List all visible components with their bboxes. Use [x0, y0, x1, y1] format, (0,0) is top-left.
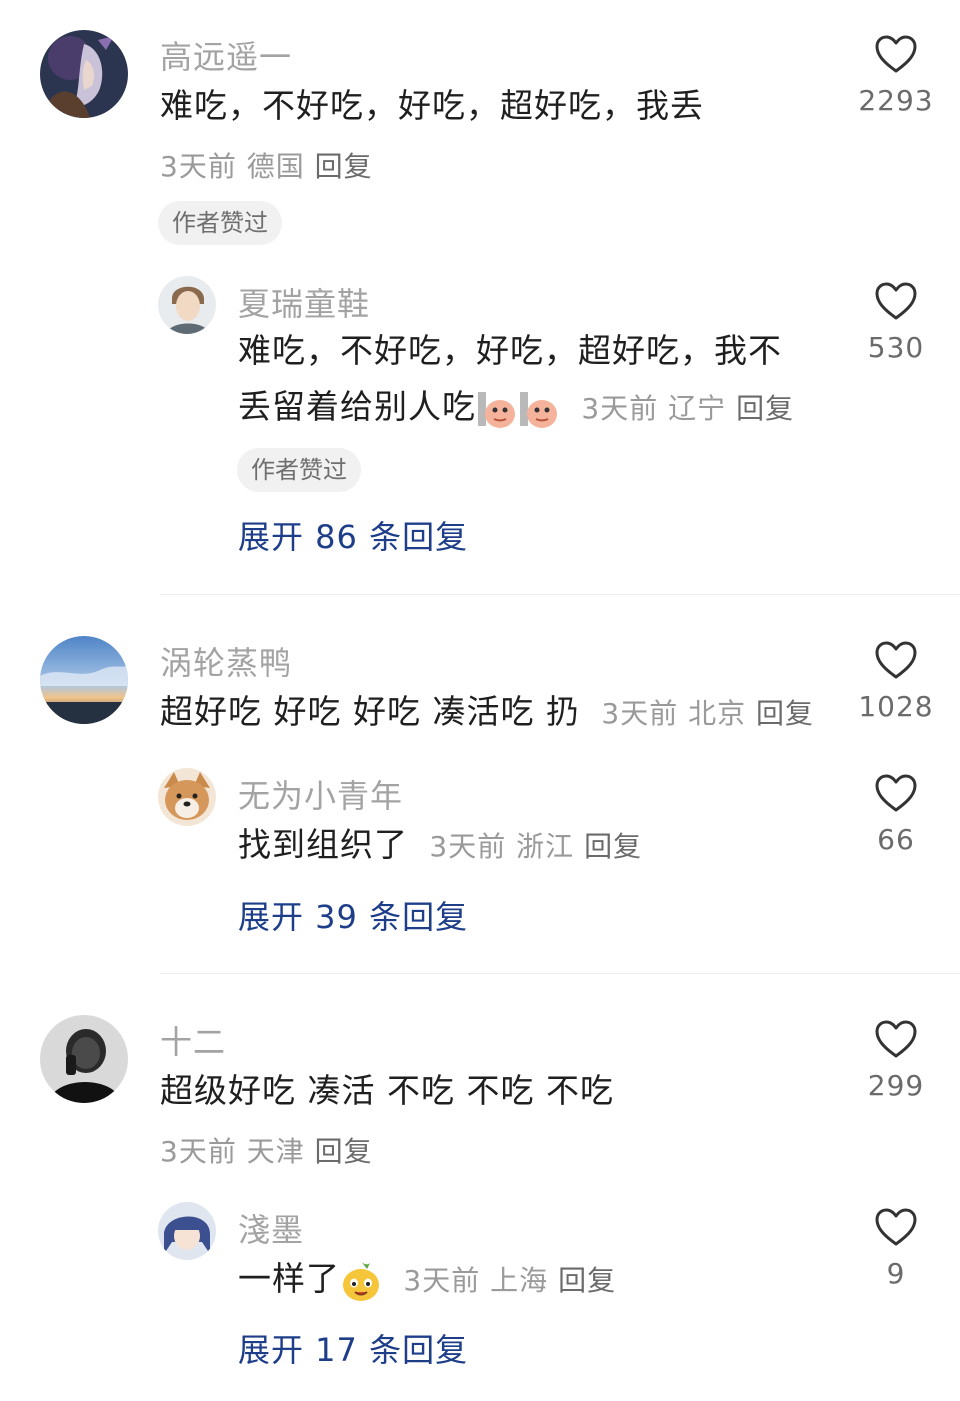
reply-button[interactable]: 回复: [736, 392, 794, 425]
avatar[interactable]: [40, 636, 128, 724]
author-liked-badge: 作者赞过: [158, 201, 282, 245]
smile-emoji-icon: [343, 1260, 379, 1301]
like-count: 1028: [858, 690, 934, 723]
avatar[interactable]: [40, 30, 128, 118]
reply-button[interactable]: 回复: [558, 1264, 616, 1297]
reply-location: 辽宁: [668, 392, 727, 425]
comment-time: 3天前: [601, 697, 679, 730]
reply-text-line2: 丢留着给别人吃: [238, 387, 476, 426]
comment-meta: 3天前 天津 回复: [160, 1130, 373, 1170]
divider: [160, 973, 960, 974]
avatar[interactable]: [158, 1202, 216, 1260]
comment-location: 北京: [688, 697, 747, 730]
avatar[interactable]: [40, 1015, 128, 1103]
comment-location: 天津: [246, 1135, 305, 1168]
username[interactable]: 高远遥一: [160, 32, 292, 78]
reply-location: 浙江: [516, 830, 575, 863]
like-button[interactable]: 66: [841, 773, 951, 856]
reply-time: 3天前: [429, 830, 507, 863]
like-button[interactable]: 1028: [841, 640, 951, 723]
heart-outline-icon[interactable]: [874, 1019, 918, 1059]
reply-button[interactable]: 回复: [315, 150, 373, 183]
expand-replies-link[interactable]: 展开 39 条回复: [238, 892, 468, 938]
avatar[interactable]: [158, 768, 216, 826]
comment-time: 3天前: [160, 150, 237, 183]
username[interactable]: 淺墨: [238, 1205, 304, 1251]
username[interactable]: 无为小青年: [238, 771, 403, 817]
heart-outline-icon[interactable]: [874, 34, 918, 74]
reply-body: 找到组织了: [238, 825, 408, 864]
wave-emoji-icon: [478, 391, 515, 428]
like-count: 299: [867, 1069, 925, 1102]
expand-replies-link[interactable]: 展开 86 条回复: [238, 512, 468, 558]
reply-time: 3天前: [403, 1264, 481, 1297]
like-count: 530: [867, 331, 925, 364]
reply-text: 找到组织了 3天前 浙江 回复: [238, 817, 642, 875]
username[interactable]: 涡轮蒸鸭: [160, 638, 292, 684]
heart-outline-icon[interactable]: [874, 773, 918, 813]
comment-body: 超好吃 好吃 好吃 凑活吃 扔: [160, 692, 580, 731]
comment-time: 3天前: [160, 1135, 237, 1168]
comment-text: 超级好吃 凑活 不吃 不吃 不吃: [160, 1071, 614, 1110]
reply-location: 上海: [490, 1264, 549, 1297]
comment-text: 超好吃 好吃 好吃 凑活吃 扔 3天前 北京 回复: [160, 684, 814, 742]
like-button[interactable]: 2293: [841, 34, 951, 117]
comment-location: 德国: [246, 150, 305, 183]
reply-text-line1: 难吃，不好吃，好吃，超好吃，我不: [238, 331, 782, 370]
reply-time: 3天前: [581, 392, 659, 425]
expand-replies-link[interactable]: 展开 17 条回复: [238, 1325, 468, 1371]
like-button[interactable]: 530: [841, 281, 951, 364]
reply-body: 一样了: [238, 1259, 340, 1298]
comment-text: 难吃，不好吃，好吃，超好吃，我丢: [160, 86, 704, 125]
reply-text: 一样了 3天前 上海 回复: [238, 1251, 616, 1309]
divider: [160, 594, 960, 595]
like-count: 66: [877, 823, 915, 856]
heart-outline-icon[interactable]: [874, 281, 918, 321]
like-button[interactable]: 299: [841, 1019, 951, 1102]
wave-emoji-icon: [520, 391, 557, 428]
reply-text: 难吃，不好吃，好吃，超好吃，我不 丢留着给别人吃 3天前 辽宁 回复: [238, 323, 794, 437]
like-count: 9: [886, 1257, 906, 1290]
heart-outline-icon[interactable]: [874, 640, 918, 680]
avatar[interactable]: [158, 276, 216, 334]
author-liked-badge: 作者赞过: [237, 448, 361, 492]
like-count: 2293: [858, 84, 934, 117]
reply-button[interactable]: 回复: [315, 1135, 373, 1168]
username[interactable]: 十二: [160, 1017, 226, 1063]
like-button[interactable]: 9: [841, 1207, 951, 1290]
reply-button[interactable]: 回复: [756, 697, 814, 730]
comment-meta: 3天前 德国 回复: [160, 145, 373, 185]
reply-button[interactable]: 回复: [584, 830, 642, 863]
username[interactable]: 夏瑞童鞋: [238, 279, 370, 325]
heart-outline-icon[interactable]: [874, 1207, 918, 1247]
